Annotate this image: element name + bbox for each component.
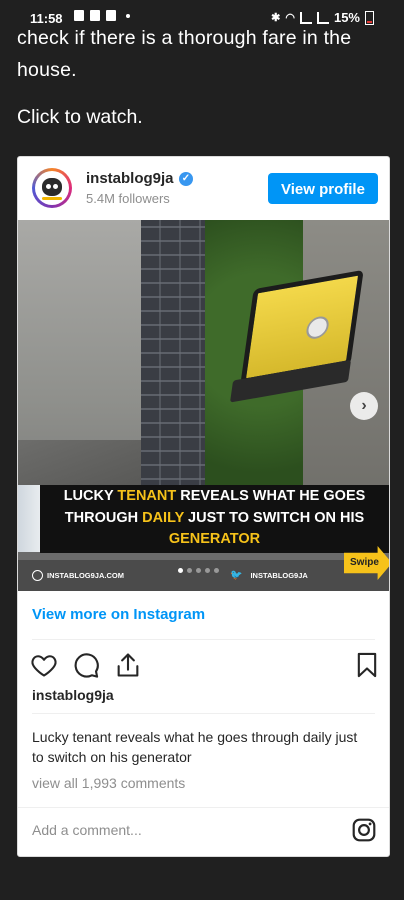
media-footer-strip: INSTABLOG9JA.COM 🐦 INSTABLOG9JA Swipe [18,546,389,591]
media-caption-overlay: LUCKY TENANT REVEALS WHAT HE GOES THROUG… [40,485,389,553]
click-to-watch-text: Click to watch. [17,106,143,128]
like-icon[interactable] [30,651,58,679]
avatar-image [35,171,69,205]
logo-tag [42,197,62,200]
post-media[interactable]: › LUCKY TENANT REVEALS WHAT HE GOES THRO… [18,220,389,591]
generator-image [229,259,367,410]
mascot-icon [42,178,62,196]
save-bookmark-icon[interactable] [353,651,381,679]
site-credit: INSTABLOG9JA.COM [32,570,124,581]
gallery-icon [74,10,84,21]
notification-icon [90,10,100,21]
view-profile-button[interactable]: View profile [268,173,378,204]
caption-line-3: GENERATOR [168,531,261,547]
divider [32,639,375,640]
follower-count: 5.4M followers [86,191,170,206]
username-link[interactable]: instablog9ja [86,170,174,187]
embed-header: instablog9ja ✓ 5.4M followers View profi… [18,157,389,220]
view-all-comments-link[interactable]: view all 1,993 comments [32,775,185,791]
post-actions [30,651,377,681]
caption-edge-decoration [18,485,40,552]
tile-wall-image-area [141,220,205,520]
verified-badge-icon: ✓ [179,172,193,186]
twitter-icon: 🐦 [230,570,243,581]
carousel-dot [214,568,219,573]
mail-icon [106,10,116,21]
add-comment-input[interactable]: Add a comment... [32,822,142,838]
notification-icons [74,10,130,21]
carousel-dot [187,568,192,573]
view-more-on-instagram-link[interactable]: View more on Instagram [32,606,205,623]
caption-line-2: THROUGH DAILY JUST TO SWITCH ON HIS [64,509,365,526]
comment-icon[interactable] [72,651,100,679]
avatar[interactable] [32,168,72,208]
globe-icon [32,570,43,581]
post-caption: Lucky tenant reveals what he goes throug… [32,729,358,765]
carousel-dot [178,568,183,573]
carousel-dot [205,568,210,573]
instagram-logo-icon[interactable] [351,817,377,843]
article-paragraph: check if there is a thorough fare in the… [17,27,352,81]
carousel-indicator [178,568,219,573]
more-notifications-icon [126,13,130,18]
share-icon[interactable] [114,651,142,679]
next-slide-icon[interactable]: › [350,392,378,420]
carousel-dot [196,568,201,573]
site-credit-text: INSTABLOG9JA.COM [47,571,124,580]
post-owner-link[interactable]: instablog9ja [32,687,114,703]
divider [18,807,389,808]
divider [32,713,375,714]
social-handle-text: INSTABLOG9JA [250,571,308,580]
fuel-cap [305,314,331,341]
social-credit: 🐦 INSTABLOG9JA [230,570,308,581]
instagram-embed-card: instablog9ja ✓ 5.4M followers View profi… [17,156,390,857]
caption-line-1: LUCKY TENANT REVEALS WHAT HE GOES [63,488,366,504]
